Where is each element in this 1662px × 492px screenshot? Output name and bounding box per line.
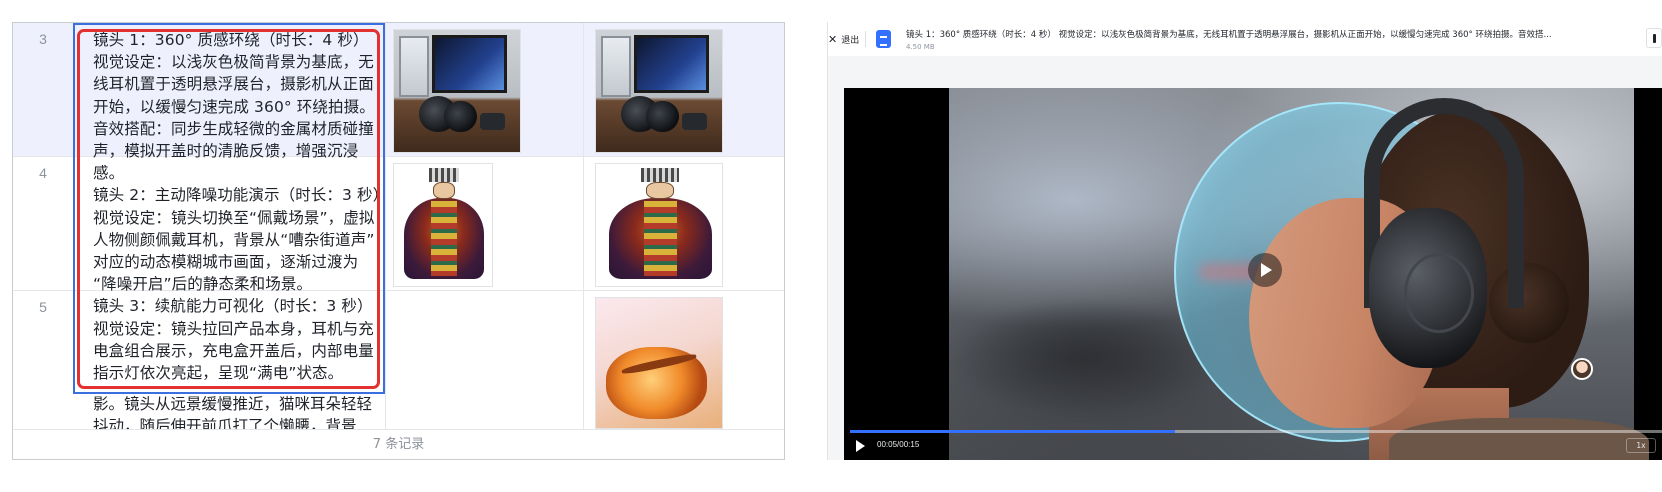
file-size: 4.50 MB [906,43,935,51]
video-player[interactable]: 00:05/00:15 1x [844,88,1662,460]
column-divider [385,23,386,429]
page: 3 4 5 镜头 1：360° 质感环绕（时长：4 秒） 视觉设定：以浅灰色极简… [0,0,1662,492]
avatar[interactable] [1571,358,1593,380]
exit-button[interactable]: ✕ 退出 [828,30,859,48]
divider [865,31,866,47]
column-divider [583,23,584,429]
more-icon[interactable] [1646,28,1662,48]
image-thumbnail[interactable] [595,163,723,287]
prompt-line: 声，模拟开盖时的清脆反馈，增强沉浸 [93,142,359,161]
file-icon [876,30,891,48]
record-table: 3 4 5 镜头 1：360° 质感环绕（时长：4 秒） 视觉设定：以浅灰色极简… [12,22,785,460]
prompt-line: 音效搭配：同步生成轻微的金属材质碰撞 [93,119,374,138]
prompt-line: 镜头 1：360° 质感环绕（时长：4 秒） [93,31,369,49]
image-thumbnail[interactable] [595,297,723,429]
row-number: 5 [39,299,47,315]
prompt-line: 人物侧颜佩戴耳机，背景从“嘈杂街道声” [93,230,375,249]
prompt-text: 镜头 1：360° 质感环绕（时长：4 秒） 视觉设定：以浅灰色极简背景为基底，… [81,23,385,384]
record-count: 7 条记录 [13,429,784,459]
prompt-line: 影。镜头从远景缓慢推近，猫咪耳朵轻轻 [93,395,373,413]
prompt-line: 视觉设定：以浅灰色极简背景为基底，无 [93,53,374,72]
prompt-line: 视觉设定：镜头切换至“佩戴场景”，虚拟 [93,208,375,227]
prompt-line: 线耳机置于透明悬浮展台，摄影机从正面 [93,75,374,94]
viewer-header: ✕ 退出 镜头 1：360° 质感环绕（时长：4 秒） 视觉设定：以浅灰色极简背… [828,22,1662,56]
close-icon: ✕ [828,32,838,46]
image-thumbnail[interactable] [393,163,493,287]
play-icon[interactable] [856,440,865,452]
prompt-line: 开始，以缓慢匀速完成 360° 环绕拍摄。 [93,97,375,116]
prompt-line: 对应的动态模糊城市画面，逐渐过渡为 [93,253,359,272]
prompt-line: “降噪开启”后的静态柔和场景。 [93,275,313,294]
prompt-line: 镜头 3：续航能力可视化（时长：3 秒） [93,297,373,316]
progress-fill [850,430,1176,433]
exit-label: 退出 [841,35,860,46]
prompt-line: 视觉设定：镜头拉回产品本身，耳机与充 [93,319,374,338]
progress-bar[interactable] [850,430,1662,433]
prompt-line: 感。 [93,164,125,183]
image-thumbnail[interactable] [393,29,521,153]
row-number: 3 [39,31,47,47]
prompt-line: 指示灯依次亮起，呈现“满电”状态。 [93,364,344,383]
prompt-cell[interactable]: 镜头 1：360° 质感环绕（时长：4 秒） 视觉设定：以浅灰色极简背景为基底，… [81,23,385,431]
play-icon[interactable] [1248,253,1282,287]
speed-button[interactable]: 1x [1626,438,1656,453]
file-title: 镜头 1：360° 质感环绕（时长：4 秒） 视觉设定：以浅灰色极简背景为基底，… [906,30,1552,40]
video-frame [949,88,1649,460]
prompt-line: 电盒组合展示，充电盒开盖后，内部电量 [93,341,374,360]
image-thumbnail[interactable] [595,29,723,153]
video-viewer: ✕ 退出 镜头 1：360° 质感环绕（时长：4 秒） 视觉设定：以浅灰色极简背… [827,22,1662,460]
row-number: 4 [39,165,47,181]
time-display: 00:05/00:15 [877,440,920,449]
prompt-line: 镜头 2：主动降噪功能演示（时长：3 秒） [93,186,385,205]
